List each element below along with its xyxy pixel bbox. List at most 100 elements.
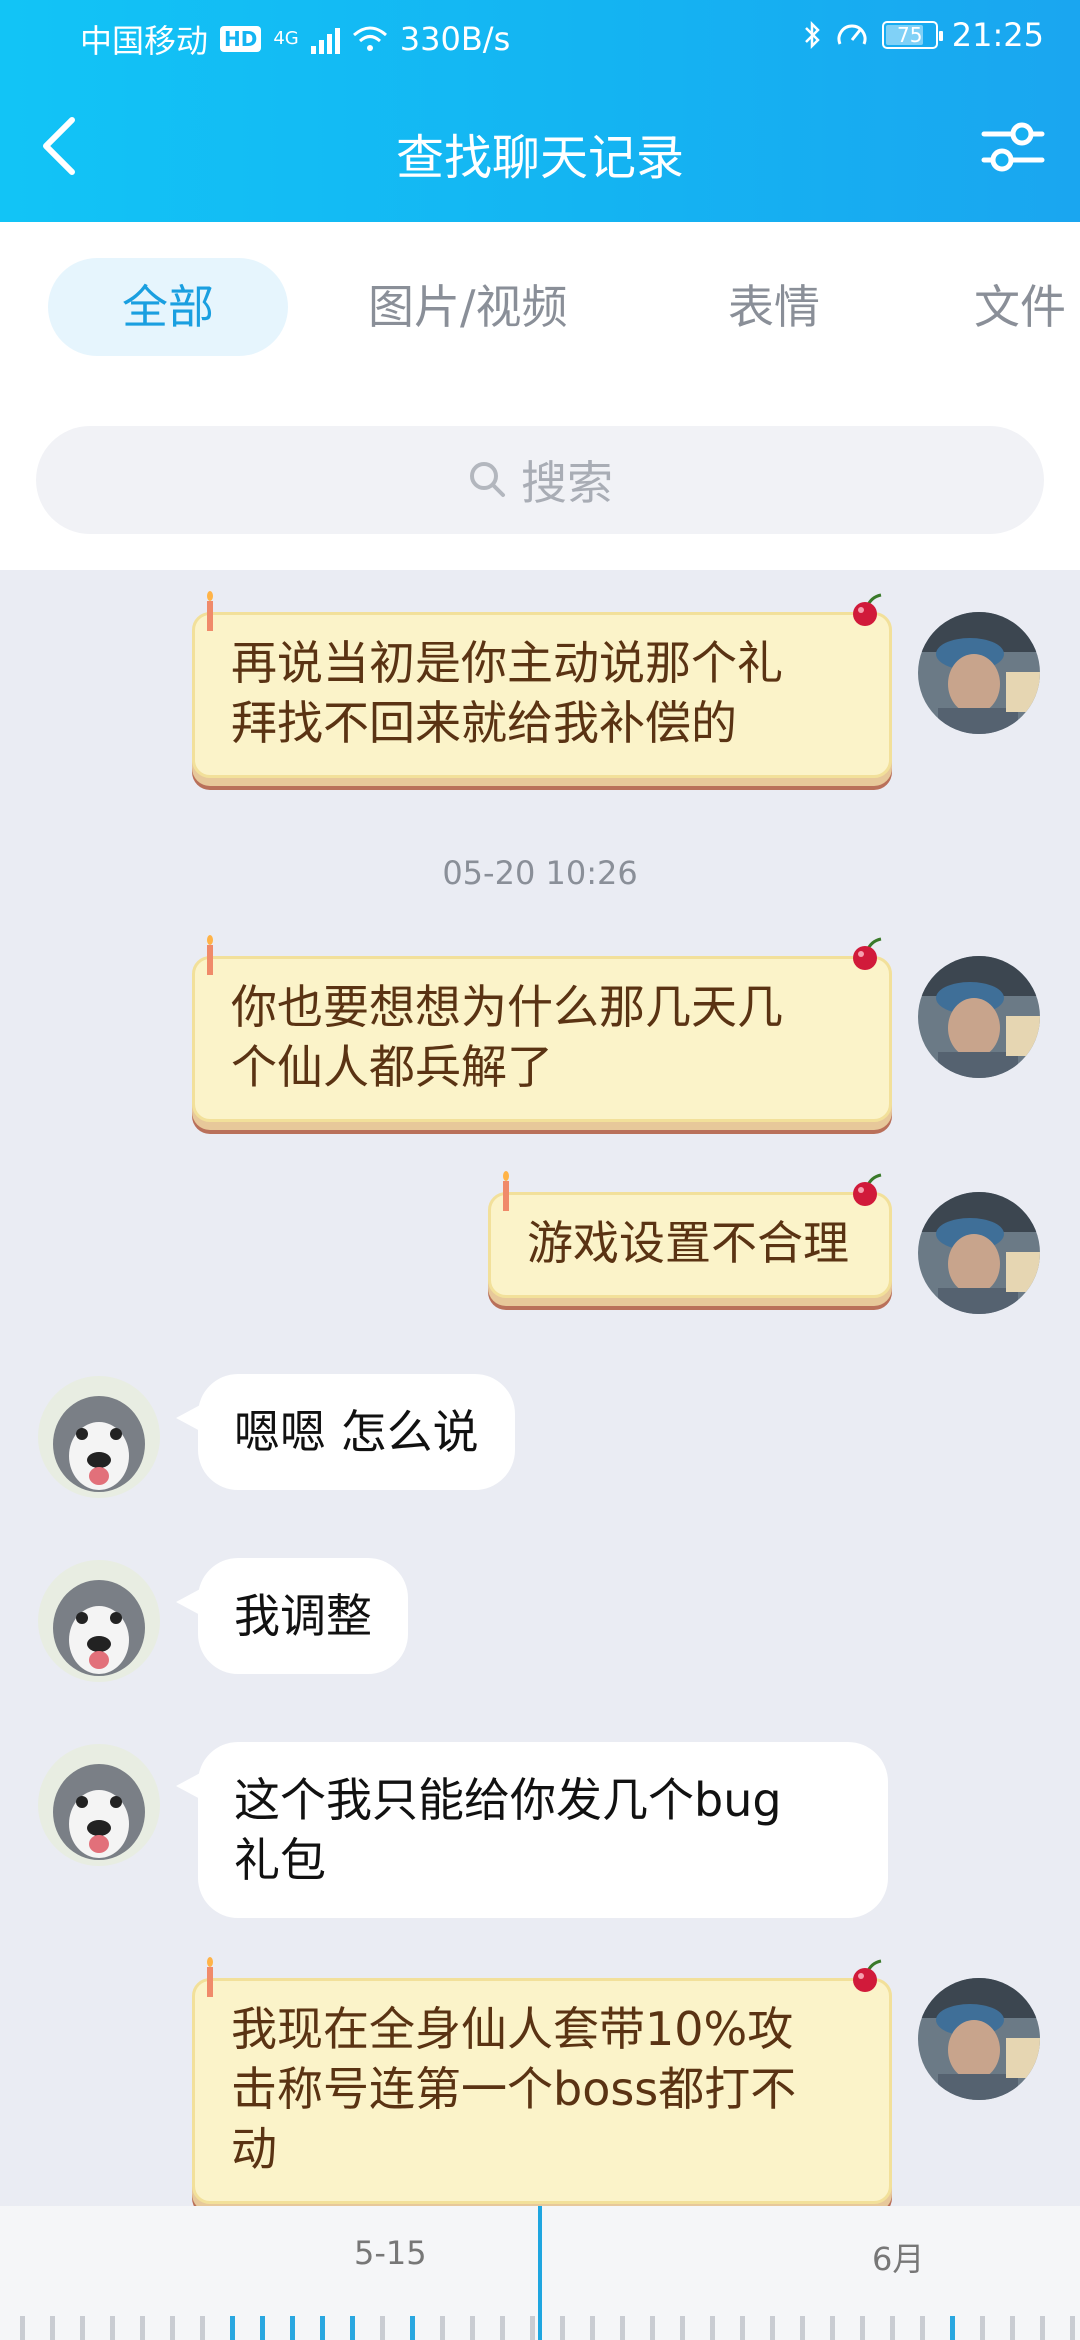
candle-icon xyxy=(207,935,213,975)
timeline-tick xyxy=(1070,2316,1075,2340)
cherry-icon xyxy=(853,593,882,626)
avatar-self[interactable] xyxy=(918,956,1040,1078)
battery-icon: 75 xyxy=(881,21,943,49)
message-bubble-outgoing[interactable]: 你也要想想为什么那几天几 个仙人都兵解了 xyxy=(192,935,892,1122)
avatar-self[interactable] xyxy=(918,1978,1040,2100)
message-line: 嗯嗯 怎么说 xyxy=(234,1405,479,1459)
timeline-tick xyxy=(530,2316,535,2340)
bluetooth-icon xyxy=(804,20,820,50)
timeline-tick xyxy=(650,2316,655,2340)
timeline-tick xyxy=(80,2316,85,2340)
message-line: 我现在全身仙人套带10%攻 xyxy=(231,2002,794,2056)
clock: 21:25 xyxy=(951,16,1044,54)
message-bubble-incoming[interactable]: 嗯嗯 怎么说 xyxy=(176,1374,515,1490)
timeline-tick xyxy=(470,2316,475,2340)
network-type: 4G xyxy=(273,28,299,49)
timeline-tick xyxy=(560,2316,565,2340)
timeline-tick xyxy=(200,2316,205,2340)
timeline-tick xyxy=(410,2316,415,2340)
tab-files[interactable]: 文件 xyxy=(974,258,1066,356)
timeline-label: 5-15 xyxy=(354,2234,427,2272)
message-bubble-incoming[interactable]: 我调整 xyxy=(176,1558,408,1674)
avatar-self[interactable] xyxy=(918,1192,1040,1314)
message-bubble-outgoing[interactable]: 再说当初是你主动说那个礼 拜找不回来就给我补偿的 xyxy=(192,591,892,778)
timeline-ticks xyxy=(20,2316,1075,2340)
message-line: 我调整 xyxy=(234,1589,372,1643)
timeline-tick xyxy=(800,2316,805,2340)
timeline-tick xyxy=(890,2316,895,2340)
wifi-icon xyxy=(352,26,387,51)
avatar-contact[interactable] xyxy=(38,1376,160,1498)
timeline-tick xyxy=(950,2316,955,2340)
tab-bar: 全部 图片/视频 表情 文件 xyxy=(0,258,1080,356)
message-line: 拜找不回来就给我补偿的 xyxy=(231,696,737,750)
tab-all[interactable]: 全部 xyxy=(48,258,288,356)
candle-icon xyxy=(207,1957,213,1997)
avatar-contact[interactable] xyxy=(38,1744,160,1866)
status-bar: 中国移动 HD 4G 330B/s 75 21:25 xyxy=(0,0,1080,72)
hd-badge: HD xyxy=(220,26,262,52)
timestamp: 05-20 10:26 xyxy=(442,854,638,892)
avatar-contact[interactable] xyxy=(38,1560,160,1682)
message-line: 再说当初是你主动说那个礼 xyxy=(231,636,783,690)
candle-icon xyxy=(207,591,213,631)
search-icon xyxy=(470,462,505,497)
timeline-tick xyxy=(140,2316,145,2340)
timeline-tick xyxy=(830,2316,835,2340)
timeline-tick xyxy=(260,2316,265,2340)
timeline-tick xyxy=(230,2316,235,2340)
candle-icon xyxy=(503,1171,509,1211)
message-line: 动 xyxy=(231,2122,277,2176)
timeline-tick xyxy=(710,2316,715,2340)
timeline-tick xyxy=(500,2316,505,2340)
search-input[interactable]: 搜索 xyxy=(36,426,1044,534)
timeline-tick xyxy=(590,2316,595,2340)
timeline-tick xyxy=(20,2316,25,2340)
timeline-tick xyxy=(170,2316,175,2340)
timeline-tick xyxy=(110,2316,115,2340)
speedometer-icon xyxy=(837,24,867,45)
timeline-tick xyxy=(290,2316,295,2340)
chat-history[interactable]: 再说当初是你主动说那个礼 拜找不回来就给我补偿的 05-20 10:26 你也要… xyxy=(0,570,1080,2206)
cherry-icon xyxy=(853,1959,882,1992)
timeline-label: 6月 xyxy=(872,2240,925,2278)
timeline-tick xyxy=(320,2316,325,2340)
avatar-self[interactable] xyxy=(918,612,1040,734)
timeline-tick xyxy=(440,2316,445,2340)
timeline-tick xyxy=(980,2316,985,2340)
date-timeline-scrubber[interactable]: 5-15 6月 xyxy=(0,2206,1080,2340)
timeline-tick xyxy=(740,2316,745,2340)
message-line: 礼包 xyxy=(234,1833,326,1887)
timeline-tick xyxy=(1040,2316,1045,2340)
network-speed: 330B/s xyxy=(399,20,511,58)
timeline-tick xyxy=(380,2316,385,2340)
message-bubble-outgoing[interactable]: 我现在全身仙人套带10%攻 击称号连第一个boss都打不 动 xyxy=(192,1957,892,2204)
battery-level: 75 xyxy=(897,23,923,47)
timeline-tick xyxy=(860,2316,865,2340)
signal-icon xyxy=(310,24,340,54)
cherry-icon xyxy=(853,937,882,970)
tab-images-videos[interactable]: 图片/视频 xyxy=(368,258,568,356)
message-line: 这个我只能给你发几个bug xyxy=(234,1773,782,1827)
sliders-icon[interactable] xyxy=(978,112,1048,182)
timeline-tick xyxy=(620,2316,625,2340)
timeline-tick xyxy=(350,2316,355,2340)
message-bubble-outgoing[interactable]: 游戏设置不合理 xyxy=(488,1171,892,1298)
timeline-tick xyxy=(770,2316,775,2340)
timeline-tick xyxy=(680,2316,685,2340)
cherry-icon xyxy=(853,1173,882,1206)
message-line: 个仙人都兵解了 xyxy=(231,1040,553,1094)
tab-emojis[interactable]: 表情 xyxy=(728,258,820,356)
carrier-label: 中国移动 xyxy=(80,22,209,60)
message-line: 击称号连第一个boss都打不 xyxy=(231,2062,797,2116)
timeline-tick xyxy=(920,2316,925,2340)
search-placeholder: 搜索 xyxy=(521,456,613,510)
message-line: 你也要想想为什么那几天几 xyxy=(231,980,783,1034)
title-bar: 中国移动 HD 4G 330B/s 75 21:25 查找聊天记录 xyxy=(0,0,1080,222)
timeline-tick xyxy=(50,2316,55,2340)
page-title: 查找聊天记录 xyxy=(395,130,684,186)
filter-panel: 全部 图片/视频 表情 文件 搜索 xyxy=(0,222,1080,570)
message-line: 游戏设置不合理 xyxy=(527,1216,849,1270)
timeline-tick xyxy=(1010,2316,1015,2340)
message-bubble-incoming[interactable]: 这个我只能给你发几个bug 礼包 xyxy=(176,1742,888,1918)
